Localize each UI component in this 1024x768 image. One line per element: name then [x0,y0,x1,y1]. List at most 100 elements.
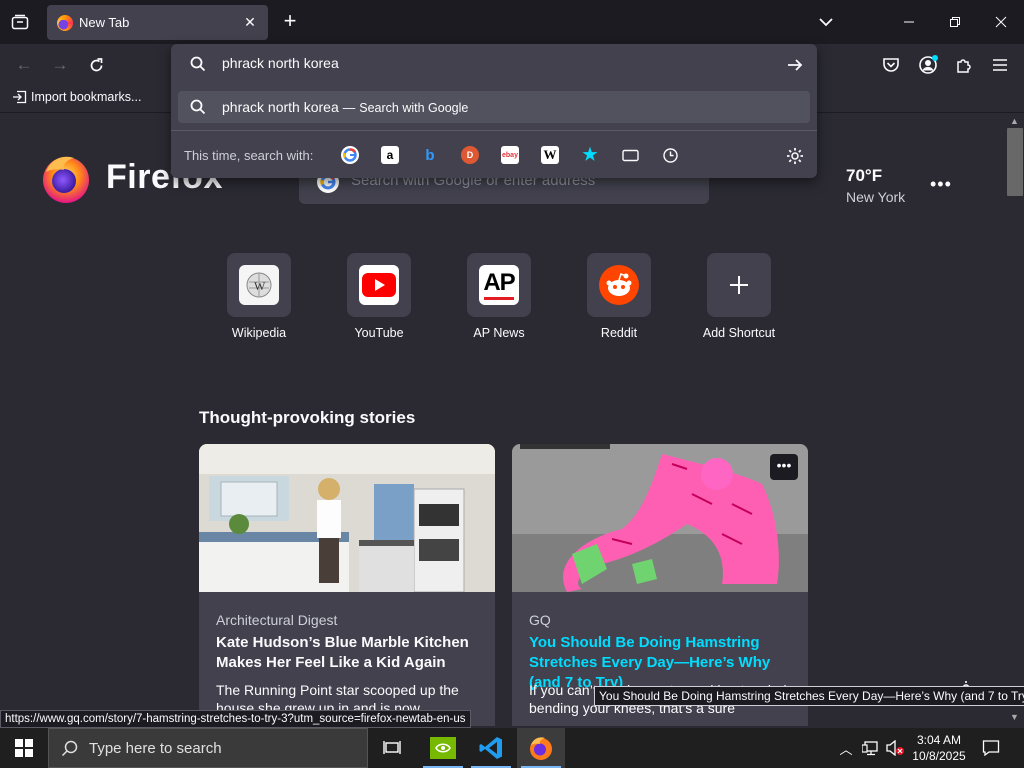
story-source: Architectural Digest [216,612,338,628]
volume-button[interactable] [884,738,906,758]
more-icon: ••• [776,457,792,473]
status-panel-url: https://www.gq.com/story/7-hamstring-str… [0,710,471,728]
google-icon [343,148,357,162]
scroll-down-icon[interactable]: ▼ [1010,712,1019,722]
taskbar-search-placeholder: Type here to search [89,740,222,757]
extensions-button[interactable] [953,54,975,76]
duckduckgo-engine-button[interactable]: D [461,146,479,164]
taskbar-search-box[interactable]: Type here to search [48,728,368,768]
start-button[interactable] [0,728,48,768]
windows-taskbar: Type here to search ︿ 3:04 AM 10/8/2025 [0,728,1024,768]
forward-arrow-icon: → [51,55,69,74]
page-scrollbar[interactable]: ▲ ▼ [1006,114,1024,726]
app-menu-button[interactable] [989,54,1011,76]
close-window-button[interactable] [986,10,1016,34]
one-off-label: This time, search with: [184,148,314,163]
one-off-search-buttons: This time, search with: a b D ebay W ★ [171,130,817,178]
stories-section-title: Thought-provoking stories [199,408,416,427]
shortcut-label: Add Shortcut [702,326,776,340]
hamburger-icon [993,59,1007,71]
maximize-button[interactable] [940,10,970,34]
close-icon [995,16,1007,28]
volume-muted-icon [886,740,904,756]
tab-close-icon[interactable]: ✕ [242,14,258,31]
network-button[interactable] [860,738,882,758]
show-hidden-icons-button[interactable]: ︿ [838,738,854,758]
back-arrow-icon: ← [15,55,33,74]
google-engine-button[interactable] [341,146,359,164]
search-icon [190,56,206,72]
story-context-menu-button[interactable]: ••• [770,454,798,480]
suggestion-action: Search with Google [359,101,469,115]
ebay-engine-button[interactable]: ebay [501,146,519,164]
shortcut-reddit[interactable]: Reddit [569,253,669,343]
scroll-up-icon[interactable]: ▲ [1010,116,1019,126]
tab-icon [621,149,639,161]
story-source: GQ [529,612,551,628]
reload-button[interactable] [85,54,107,76]
taskbar-nvidia[interactable] [419,728,467,768]
shortcut-tile: AP [467,253,531,317]
svg-text:W: W [254,279,266,293]
task-view-button[interactable] [368,728,416,768]
list-all-tabs-button[interactable] [816,12,836,32]
search-suggestion-row[interactable]: phrack north korea — Search with Google [178,91,810,123]
amazon-engine-button[interactable]: a [381,146,399,164]
taskbar-vscode[interactable] [467,728,515,768]
ap-news-icon: AP [479,265,519,305]
account-button[interactable] [917,54,939,76]
shortcut-label: Reddit [600,326,638,340]
taskbar-clock[interactable]: 3:04 AM 10/8/2025 [908,732,970,764]
shortcut-tile [587,253,651,317]
back-button[interactable]: ← [13,54,35,76]
task-view-icon [383,741,401,754]
go-arrow-icon[interactable] [785,55,805,75]
bing-engine-button[interactable]: b [421,146,439,164]
shortcut-add[interactable]: Add Shortcut [689,253,789,343]
shortcut-ap-news[interactable]: AP AP News [449,253,549,343]
clock-icon [662,147,678,163]
shortcut-tile: W [227,253,291,317]
vscode-icon [479,737,502,759]
minimize-button[interactable] [894,10,924,34]
import-bookmarks-button[interactable]: Import bookmarks... [12,90,141,104]
story-card[interactable]: Architectural Digest Kate Hudson’s Blue … [199,444,495,726]
account-icon [919,55,938,74]
new-tab-page: Firefox Search with Google or enter addr… [0,114,1006,726]
shortcut-youtube[interactable]: YouTube [329,253,429,343]
bookmarks-search-button[interactable]: ★ [581,145,599,164]
urlbar-dropdown: phrack north korea phrack north korea — Se… [171,44,817,178]
history-search-button[interactable] [661,146,679,164]
notification-icon [982,740,1000,757]
taskbar-firefox[interactable] [517,728,565,768]
weather-more-icon[interactable]: ••• [930,174,952,195]
forward-button[interactable]: → [49,54,71,76]
reload-icon [90,57,102,71]
story-card[interactable]: ••• GQ You Should Be Doing Hamstring Str… [512,444,808,726]
tabs-search-button[interactable] [621,146,639,164]
search-icon [190,99,206,115]
firefox-favicon-icon [57,14,73,31]
action-center-button[interactable] [980,738,1002,758]
tab-new-tab[interactable]: New Tab ✕ [47,5,268,40]
firefox-icon [530,737,552,760]
weather-temperature[interactable]: 70°F [846,166,882,186]
firefox-view-button[interactable] [8,10,32,34]
urlbar-input[interactable]: phrack north korea [222,55,339,71]
plus-icon [730,276,748,294]
shortcut-label: Wikipedia [231,326,287,340]
new-tab-button[interactable]: + [280,10,300,33]
suggestion-text: phrack north korea — Search with Google [222,99,468,115]
urlbar[interactable]: phrack north korea [171,44,817,86]
shortcut-wikipedia[interactable]: W Wikipedia [209,253,309,343]
clock-date: 10/8/2025 [912,749,966,763]
pocket-button[interactable] [880,54,902,76]
wikipedia-engine-button[interactable]: W [541,146,559,164]
shortcut-tile [347,253,411,317]
gear-icon[interactable] [785,146,805,166]
wikipedia-icon: W [543,147,557,162]
shortcut-label: AP News [473,326,525,340]
wikipedia-globe-icon: W [239,265,279,305]
duckduckgo-icon: D [466,150,474,160]
scroll-thumb[interactable] [1007,128,1023,196]
